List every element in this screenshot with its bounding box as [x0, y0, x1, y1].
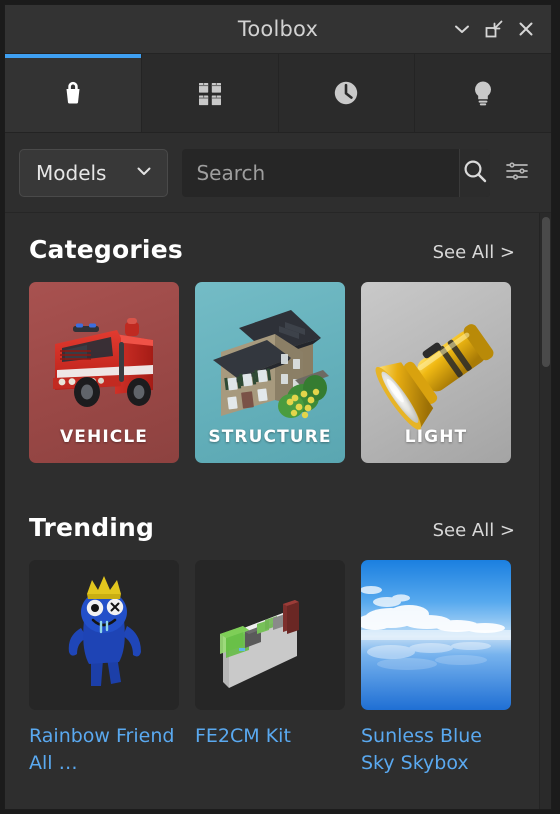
list-item: Sunless Blue Sky Skybox [361, 560, 511, 777]
list-item: FE2CM Kit [195, 560, 345, 777]
chevron-down-icon[interactable] [447, 14, 477, 44]
shopping-bag-icon [56, 76, 90, 110]
trending-thumb-rainbow-friend[interactable] [29, 560, 179, 710]
toolbox-panel: Toolbox Models Search Categories See All… [4, 4, 552, 810]
vertical-scrollbar[interactable] [539, 213, 551, 809]
tab-inventory[interactable] [141, 54, 279, 132]
chevron-down-icon [135, 162, 153, 184]
blue-character-icon [29, 560, 179, 710]
search-button[interactable] [459, 148, 490, 197]
categories-header: Categories See All > [5, 213, 539, 264]
tab-marketplace[interactable] [5, 54, 142, 132]
window-title: Toolbox [237, 17, 319, 41]
trending-cards: Rainbow Friend All … FE2CM Kit Sunless B… [5, 542, 539, 777]
sky-skybox-icon [361, 560, 511, 710]
sliders-icon [503, 157, 531, 189]
trending-title[interactable]: FE2CM Kit [195, 723, 345, 750]
trending-title[interactable]: Sunless Blue Sky Skybox [361, 723, 511, 777]
titlebar: Toolbox [5, 5, 551, 54]
trending-header: Trending See All > [5, 463, 539, 542]
category-dropdown[interactable]: Models [19, 148, 169, 197]
search-input[interactable] [182, 148, 460, 197]
see-all-categories[interactable]: See All > [433, 242, 515, 263]
grid-boxes-icon [193, 76, 227, 110]
category-card-light[interactable]: LIGHT [361, 282, 511, 463]
trending-title[interactable]: Rainbow Friend All … [29, 723, 179, 777]
content-area: Categories See All > VEHICLE STRUCTURE L… [5, 213, 551, 809]
undock-icon[interactable] [479, 14, 509, 44]
clock-icon [329, 76, 363, 110]
white-wall-kit-icon [195, 560, 345, 710]
scrollbar-thumb[interactable] [542, 217, 550, 367]
lightbulb-icon [466, 76, 500, 110]
page-title-categories: Categories [29, 235, 183, 264]
trending-thumb-skybox[interactable] [361, 560, 511, 710]
categories-cards: VEHICLE STRUCTURE LIGHT [5, 264, 539, 463]
trending-thumb-fe2cm-kit[interactable] [195, 560, 345, 710]
search-box [182, 148, 490, 197]
magnifier-icon [461, 157, 489, 189]
category-card-label: VEHICLE [60, 427, 148, 447]
content-scroll: Categories See All > VEHICLE STRUCTURE L… [5, 213, 539, 809]
category-card-label: LIGHT [404, 427, 468, 447]
filter-button[interactable] [496, 149, 537, 197]
see-all-trending[interactable]: See All > [433, 520, 515, 541]
tab-strip [5, 54, 551, 133]
category-card-vehicle[interactable]: VEHICLE [29, 282, 179, 463]
tab-recent[interactable] [278, 54, 416, 132]
tab-creations[interactable] [415, 54, 551, 132]
category-card-structure[interactable]: STRUCTURE [195, 282, 345, 463]
search-row: Models [5, 133, 551, 213]
close-icon[interactable] [511, 14, 541, 44]
window-controls [447, 5, 541, 53]
list-item: Rainbow Friend All … [29, 560, 179, 777]
page-title-trending: Trending [29, 513, 155, 542]
category-dropdown-label: Models [36, 160, 107, 185]
category-card-label: STRUCTURE [208, 427, 332, 447]
